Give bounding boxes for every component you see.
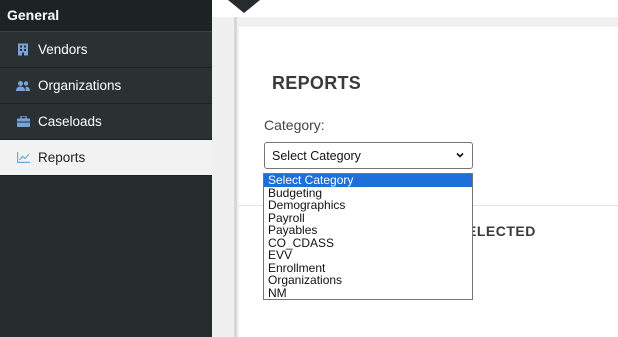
category-label: Category: [264, 117, 325, 133]
active-tab-pointer [228, 0, 260, 13]
building-icon [16, 43, 30, 57]
sidebar-item-label: Caseloads [38, 114, 102, 129]
briefcase-icon [16, 115, 30, 129]
sidebar-item-label: Reports [38, 150, 86, 165]
category-dropdown-list: Select Category Budgeting Demographics P… [263, 173, 473, 300]
option-evv[interactable]: EVV [264, 249, 472, 262]
sidebar-item-vendors[interactable]: Vendors [0, 32, 212, 68]
sidebar-item-label: Vendors [38, 42, 88, 57]
sidebar-item-reports[interactable]: Reports [0, 140, 212, 176]
option-select-category[interactable]: Select Category [264, 174, 472, 187]
chevron-down-icon [455, 148, 465, 165]
content-divider [234, 17, 237, 337]
category-select-value: Select Category [272, 148, 361, 163]
top-bar [212, 0, 618, 17]
sidebar-item-organizations[interactable]: Organizations [0, 68, 212, 104]
sidebar-section-title: General [0, 0, 212, 32]
sidebar: General Vendors Organizations Caseloads … [0, 0, 212, 337]
category-select[interactable]: Select Category [264, 142, 473, 169]
option-organizations[interactable]: Organizations [264, 274, 472, 287]
chart-icon [16, 151, 30, 165]
page-title: REPORTS [272, 73, 362, 93]
option-demographics[interactable]: Demographics [264, 199, 472, 212]
option-nm[interactable]: NM [264, 286, 472, 300]
option-payables[interactable]: Payables [264, 224, 472, 237]
sidebar-item-caseloads[interactable]: Caseloads [0, 104, 212, 140]
no-selection-message: ELECTED [467, 223, 536, 239]
users-icon [16, 79, 30, 93]
option-co-cdass[interactable]: CO_CDASS [264, 236, 472, 250]
sidebar-item-label: Organizations [38, 78, 122, 93]
